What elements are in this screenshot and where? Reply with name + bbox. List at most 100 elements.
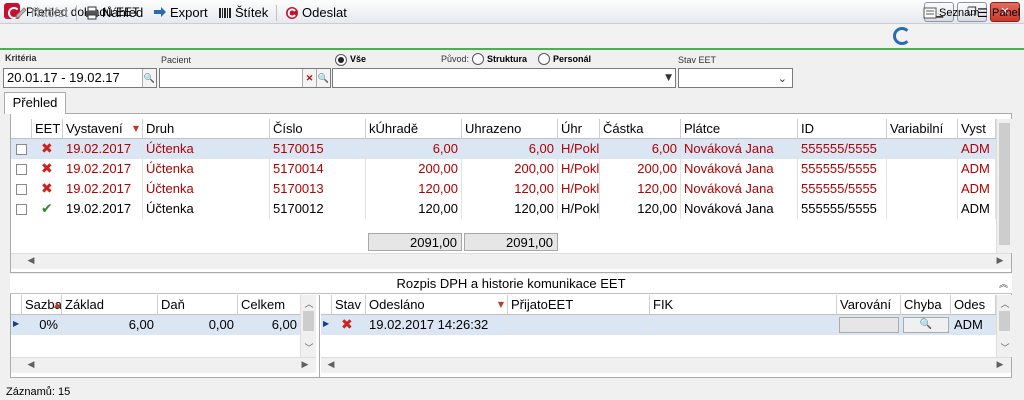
row-checkbox[interactable] <box>16 204 27 215</box>
scroll-up-icon[interactable]: ︿ <box>301 297 317 310</box>
scroll-right-icon[interactable]: ▶ <box>297 360 313 370</box>
row-checkbox[interactable] <box>16 144 27 155</box>
cell-uhr: H/Pokl <box>558 139 600 159</box>
load-button-label: Načíst <box>31 5 68 20</box>
column-header[interactable]: Chyba <box>901 295 951 315</box>
row-checkbox[interactable] <box>16 184 27 195</box>
column-header[interactable]: Daň <box>158 295 238 315</box>
column-header[interactable]: Částka <box>600 119 681 139</box>
label-button[interactable]: Štítek <box>216 3 268 23</box>
cell-vystaveni: 19.02.2017 <box>63 179 143 199</box>
column-header[interactable]: FIK <box>650 295 837 315</box>
column-header[interactable]: Číslo <box>270 119 366 139</box>
column-header[interactable]: Sazba ▲ <box>22 295 62 315</box>
row-checkbox[interactable] <box>16 164 27 175</box>
preview-button[interactable]: Náhled <box>83 3 143 23</box>
cell-castka: 200,00 <box>600 159 681 179</box>
table-row[interactable]: ▶ ✖ 19.02.2017 14:26:32 🔍 ADM <box>321 315 996 335</box>
column-header[interactable]: Stav <box>332 295 366 315</box>
column-header[interactable]: EET <box>32 119 63 139</box>
export-button[interactable]: Export <box>151 3 208 23</box>
cell-kuhrade: 6,00 <box>366 139 462 159</box>
refresh-icon[interactable] <box>893 27 911 45</box>
column-header[interactable]: Odesláno ▼ <box>366 295 508 315</box>
scroll-down-icon[interactable]: ﹀ <box>997 341 1013 354</box>
column-header[interactable]: Druh <box>143 119 270 139</box>
history-vertical-scrollbar[interactable]: ︿ ﹀ <box>996 295 1012 357</box>
cell-kuhrade: 120,00 <box>366 199 462 219</box>
column-header[interactable]: PřijatoEET <box>508 295 650 315</box>
column-header[interactable]: Základ <box>62 295 158 315</box>
vat-horizontal-scrollbar[interactable]: ◀ ▶ <box>11 357 316 373</box>
patient-field[interactable]: ✕ 🔍 <box>159 68 331 88</box>
date-range-field[interactable]: 20.01.17 - 19.02.17 🔍 <box>3 68 157 88</box>
column-header[interactable]: Odes <box>951 295 996 315</box>
column-header[interactable]: Úhr <box>558 119 600 139</box>
date-picker-icon[interactable]: 🔍 <box>142 69 156 87</box>
row-pointer-icon: ▶ <box>13 319 20 328</box>
scroll-thumb[interactable] <box>303 311 314 331</box>
vat-total: 6,00 <box>238 315 301 335</box>
column-header[interactable]: Vyst <box>958 119 996 139</box>
documents-table: EET Vystavení ▼ Druh Číslo kÚhradě Uhraze… <box>11 119 996 251</box>
panel-view-button[interactable]: ☰ Panel <box>974 4 1020 22</box>
table-row[interactable]: ✖ 19.02.2017 Účtenka 5170013 120,00 120,00 H/P… <box>11 179 996 199</box>
scroll-left-icon[interactable]: ◀ <box>323 360 339 370</box>
vat-vertical-scrollbar[interactable]: ︿ ﹀ <box>300 295 316 357</box>
table-row[interactable]: ✖ 19.02.2017 Účtenka 5170015 6,00 6,00 H/Pokl 6… <box>11 139 996 159</box>
load-button[interactable]: Načíst <box>12 3 68 23</box>
eet-status-label: Stav EET <box>678 55 717 65</box>
column-header[interactable]: Celkem <box>238 295 301 315</box>
table-row[interactable]: ✖ 19.02.2017 Účtenka 5170014 200,00 200,00 H/P… <box>11 159 996 179</box>
cell-id: 555555/5555 <box>798 139 887 159</box>
received-eet <box>508 315 650 335</box>
origin-select[interactable]: ▼ <box>332 68 676 88</box>
all-radio-label: Vše <box>350 54 367 64</box>
scroll-up-icon[interactable]: ︿ <box>997 297 1013 310</box>
column-header[interactable]: Variabilní <box>887 119 958 139</box>
pencil-icon <box>14 6 28 20</box>
history-horizontal-scrollbar[interactable]: ◀ ▶ <box>321 357 1011 373</box>
scroll-down-icon[interactable]: ﹀ <box>301 341 317 354</box>
row-indicator-header <box>11 295 22 315</box>
structure-radio[interactable] <box>472 53 484 65</box>
cell-uhr: H/Pokl <box>558 179 600 199</box>
tab-overview[interactable]: Přehled <box>4 92 66 114</box>
error-detail-button[interactable]: 🔍 <box>903 317 949 333</box>
scroll-right-icon[interactable]: ▶ <box>992 256 1008 266</box>
scroll-left-icon[interactable]: ◀ <box>23 256 39 266</box>
patient-search-icon[interactable]: 🔍 <box>316 69 330 87</box>
sort-desc-icon: ▼ <box>132 124 139 133</box>
sum-paid: 2091,00 <box>464 233 558 251</box>
scroll-right-icon[interactable]: ▶ <box>992 360 1008 370</box>
eet-status-select[interactable]: ⌄ <box>678 68 793 88</box>
scroll-left-icon[interactable]: ◀ <box>23 360 39 370</box>
main-horizontal-scrollbar[interactable]: ◀ ▶ <box>11 253 1011 269</box>
column-header[interactable]: Vystavení ▼ <box>63 119 143 139</box>
column-header[interactable]: Plátce <box>681 119 798 139</box>
warning-field[interactable] <box>839 317 899 333</box>
toolbar-separator <box>276 5 277 21</box>
send-button[interactable]: Odeslat <box>283 3 347 23</box>
list-view-icon <box>923 6 937 26</box>
column-header[interactable]: Varování <box>837 295 901 315</box>
chevron-down-icon: ⌄ <box>777 72 787 85</box>
scroll-thumb[interactable] <box>999 123 1010 245</box>
table-row[interactable]: ▶ 0% 6,00 0,00 6,00 <box>11 315 301 335</box>
collapse-icon[interactable]: ︽ <box>999 277 1008 290</box>
cell-variabilni <box>887 159 958 179</box>
table-row[interactable]: ✔ 19.02.2017 Účtenka 5170012 120,00 120,00 H/P… <box>11 199 996 219</box>
cell-cislo: 5170013 <box>270 179 366 199</box>
list-view-button[interactable]: Seznam <box>921 4 979 22</box>
column-header-label: Vystavení <box>66 121 123 136</box>
all-radio[interactable] <box>335 54 347 66</box>
scroll-thumb[interactable] <box>999 311 1010 331</box>
main-vertical-scrollbar[interactable] <box>996 119 1012 253</box>
panel-divider[interactable] <box>319 295 320 377</box>
column-header[interactable]: Uhrazeno <box>462 119 558 139</box>
staff-radio[interactable] <box>538 53 550 65</box>
column-header[interactable]: ID <box>798 119 887 139</box>
clear-icon[interactable]: ✕ <box>302 69 316 87</box>
column-header[interactable]: kÚhradě <box>366 119 462 139</box>
sender: ADM <box>951 315 996 335</box>
